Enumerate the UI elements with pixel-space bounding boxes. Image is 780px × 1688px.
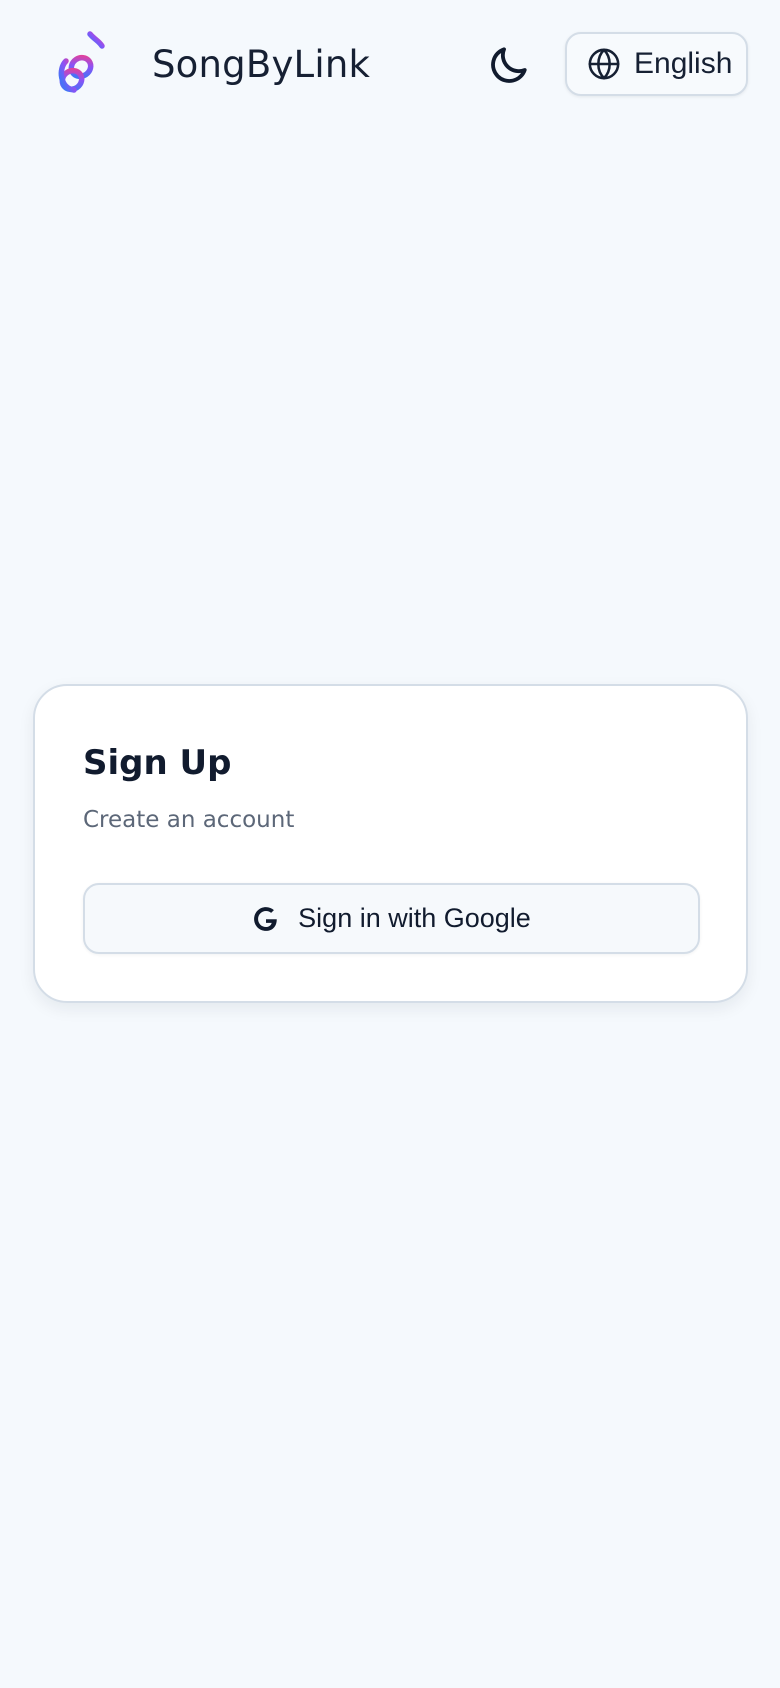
language-select-button[interactable]: English (565, 32, 748, 96)
app-title[interactable]: SongByLink (152, 42, 370, 88)
google-icon (254, 906, 277, 931)
google-signin-button[interactable]: Sign in with Google (83, 883, 700, 954)
songbylink-logo-icon[interactable] (32, 30, 126, 98)
moon-icon (491, 47, 527, 83)
globe-icon (588, 48, 620, 80)
theme-toggle-button[interactable] (478, 36, 540, 94)
language-label: English (634, 47, 733, 80)
signup-title: Sign Up (83, 743, 232, 783)
signup-card: Sign Up Create an account Sign in with G… (33, 684, 748, 1003)
signup-subtitle: Create an account (83, 807, 295, 833)
google-signin-label: Sign in with Google (298, 903, 531, 933)
top-header: SongByLink English (0, 0, 780, 130)
